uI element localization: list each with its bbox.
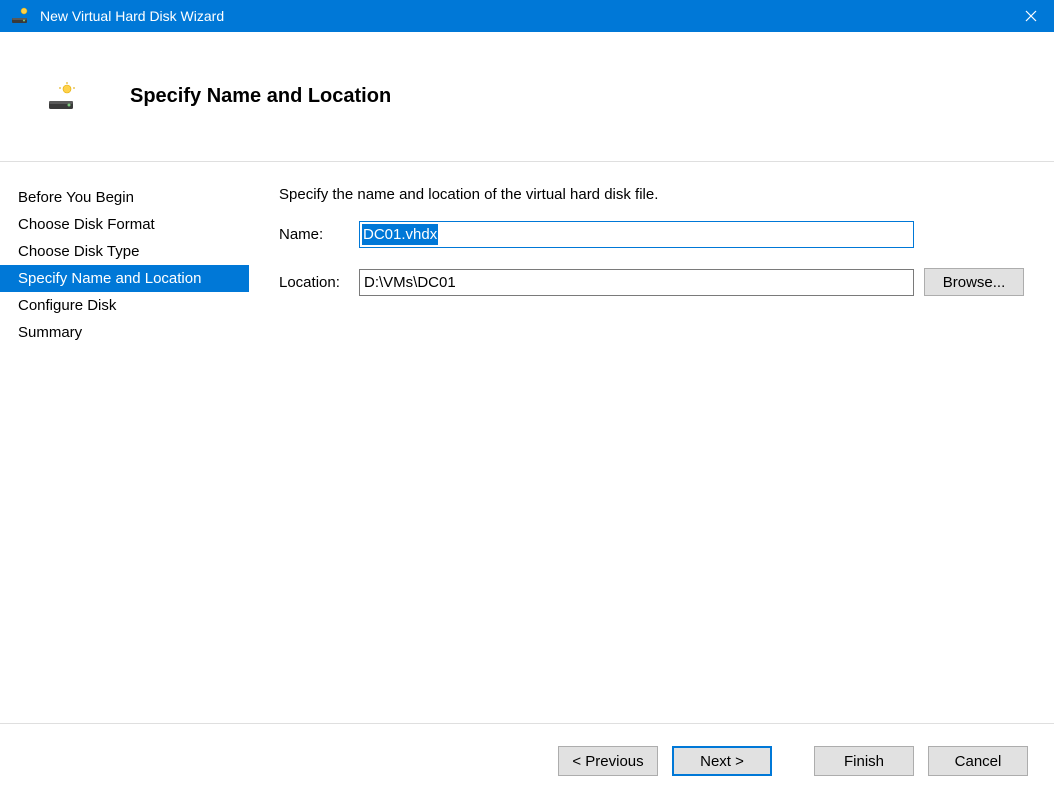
- sidebar-item-choose-disk-type[interactable]: Choose Disk Type: [0, 238, 249, 265]
- close-icon: [1025, 10, 1037, 22]
- previous-button[interactable]: < Previous: [558, 746, 658, 776]
- cancel-button[interactable]: Cancel: [928, 746, 1028, 776]
- sidebar-item-before-you-begin[interactable]: Before You Begin: [0, 184, 249, 211]
- sidebar-item-summary[interactable]: Summary: [0, 319, 249, 346]
- wizard-steps-sidebar: Before You Begin Choose Disk Format Choo…: [0, 162, 249, 723]
- location-input[interactable]: [359, 269, 914, 296]
- app-icon: [10, 6, 30, 26]
- page-title: Specify Name and Location: [130, 85, 391, 108]
- wizard-content: Specify the name and location of the vir…: [249, 162, 1054, 723]
- wizard-footer: < Previous Next > Finish Cancel: [0, 723, 1054, 798]
- sidebar-item-specify-name-location[interactable]: Specify Name and Location: [0, 265, 249, 292]
- name-row: Name: DC01.vhdx: [279, 221, 1024, 248]
- window-title: New Virtual Hard Disk Wizard: [40, 8, 1008, 24]
- name-label: Name:: [279, 226, 359, 243]
- wizard-header: Specify Name and Location: [0, 32, 1054, 162]
- wizard-icon: [46, 81, 78, 113]
- name-input[interactable]: DC01.vhdx: [359, 221, 914, 248]
- wizard-body: Before You Begin Choose Disk Format Choo…: [0, 162, 1054, 723]
- browse-button[interactable]: Browse...: [924, 268, 1024, 296]
- sidebar-item-choose-disk-format[interactable]: Choose Disk Format: [0, 211, 249, 238]
- name-input-value: DC01.vhdx: [362, 224, 438, 245]
- close-button[interactable]: [1008, 0, 1054, 32]
- location-row: Location: Browse...: [279, 268, 1024, 296]
- finish-button[interactable]: Finish: [814, 746, 914, 776]
- next-button[interactable]: Next >: [672, 746, 772, 776]
- location-label: Location:: [279, 274, 359, 291]
- instruction-text: Specify the name and location of the vir…: [279, 186, 1024, 203]
- titlebar: New Virtual Hard Disk Wizard: [0, 0, 1054, 32]
- sidebar-item-configure-disk[interactable]: Configure Disk: [0, 292, 249, 319]
